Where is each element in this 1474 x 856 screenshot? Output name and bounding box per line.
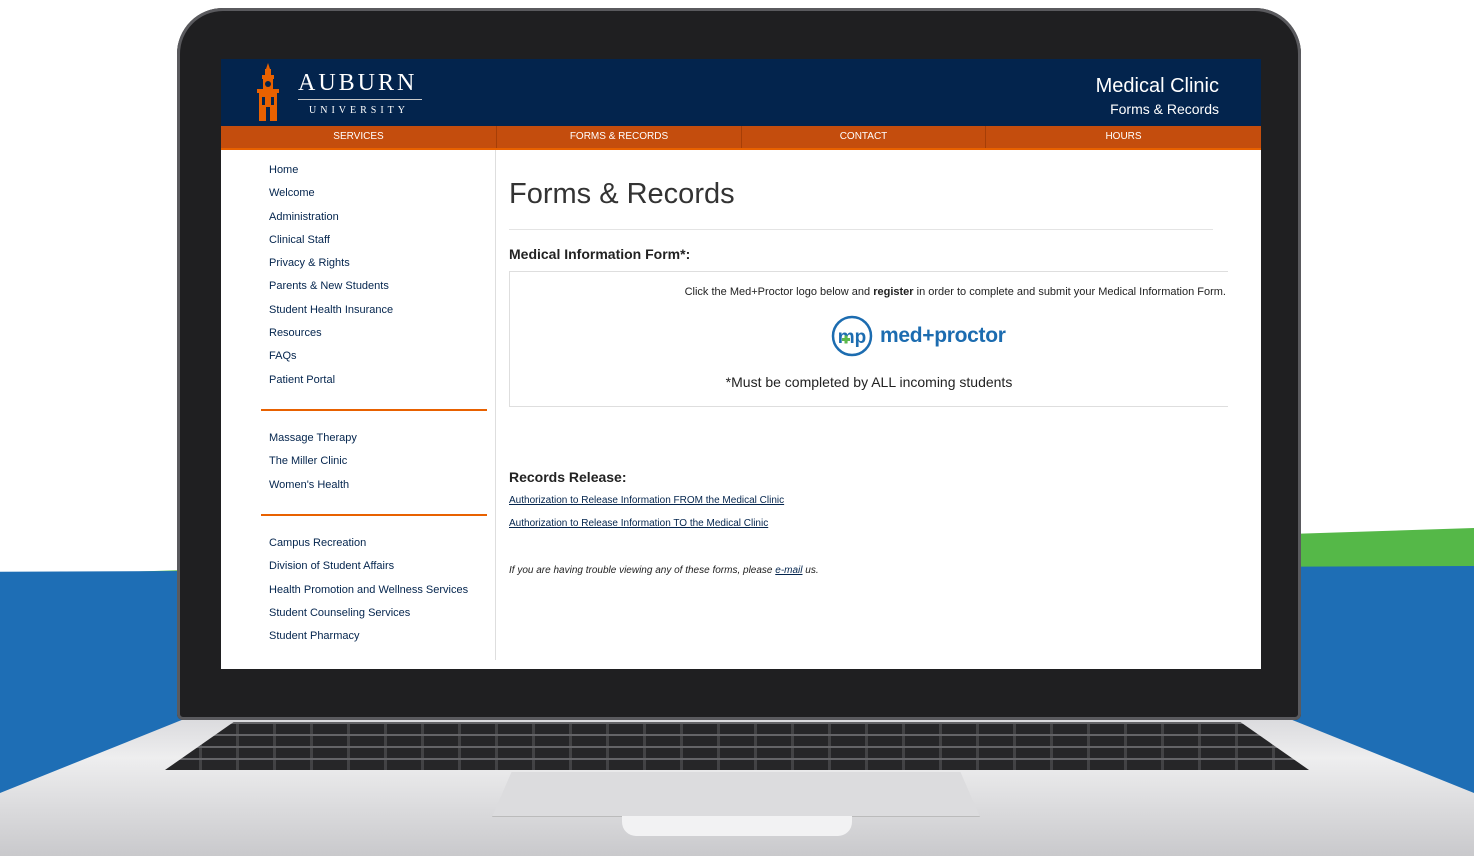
clinic-subtitle: Forms & Records (1110, 101, 1219, 117)
laptop-screen: AUBURN UNIVERSITY Medical Clinic Forms &… (221, 59, 1261, 669)
medical-form-panel: Click the Med+Proctor logo below and reg… (509, 271, 1228, 407)
page-title: Forms & Records (509, 178, 735, 210)
laptop-notch (622, 816, 852, 836)
sidebar-item-campus-recreation[interactable]: Campus Recreation (269, 532, 468, 555)
sidebar-item-welcome[interactable]: Welcome (269, 182, 393, 205)
sidebar-divider (261, 409, 487, 411)
sidebar-item-counseling-services[interactable]: Student Counseling Services (269, 602, 468, 625)
nav-services[interactable]: SERVICES (221, 126, 497, 148)
release-from-clinic-link[interactable]: Authorization to Release Information FRO… (509, 495, 784, 506)
sidebar-item-health-promotion[interactable]: Health Promotion and Wellness Services (269, 579, 468, 602)
sidebar-item-miller-clinic[interactable]: The Miller Clinic (269, 450, 357, 473)
sidebar-item-administration[interactable]: Administration (269, 206, 393, 229)
page-content: Home Welcome Administration Clinical Sta… (221, 150, 1261, 669)
sidebar: Home Welcome Administration Clinical Sta… (221, 150, 496, 660)
sidebar-item-resources[interactable]: Resources (269, 322, 393, 345)
instruction-text: Click the Med+Proctor logo below and (684, 286, 874, 298)
sidebar-group-main: Home Welcome Administration Clinical Sta… (269, 159, 393, 392)
sidebar-divider (261, 514, 487, 516)
sidebar-item-student-pharmacy[interactable]: Student Pharmacy (269, 625, 468, 648)
sidebar-item-privacy-rights[interactable]: Privacy & Rights (269, 252, 393, 275)
instruction-text: in order to complete and submit your Med… (913, 286, 1226, 298)
medproctor-logo-link[interactable]: mp med+proctor (830, 314, 1006, 358)
laptop-trackpad (492, 772, 980, 817)
title-divider (509, 229, 1213, 230)
medproctor-mp-icon: mp (831, 315, 873, 357)
nav-hours[interactable]: HOURS (986, 126, 1261, 148)
clinic-title: Medical Clinic (1095, 75, 1219, 97)
sidebar-group-specialty: Massage Therapy The Miller Clinic Women'… (269, 427, 357, 497)
main-nav: SERVICES FORMS & RECORDS CONTACT HOURS (221, 126, 1261, 150)
logo-subtitle[interactable]: UNIVERSITY (309, 105, 409, 116)
logo-wordmark[interactable]: AUBURN (298, 70, 417, 97)
nav-contact[interactable]: CONTACT (742, 126, 986, 148)
sidebar-item-clinical-staff[interactable]: Clinical Staff (269, 229, 393, 252)
sidebar-item-patient-portal[interactable]: Patient Portal (269, 369, 393, 392)
sidebar-item-parents-new-students[interactable]: Parents & New Students (269, 275, 393, 298)
site-header: AUBURN UNIVERSITY Medical Clinic Forms &… (221, 59, 1261, 126)
sidebar-item-faqs[interactable]: FAQs (269, 345, 393, 368)
medical-form-heading: Medical Information Form*: (509, 246, 691, 262)
samford-tower-icon[interactable] (253, 61, 283, 128)
trouble-text: us. (802, 565, 819, 576)
release-to-clinic-link[interactable]: Authorization to Release Information TO … (509, 518, 768, 529)
sidebar-group-related: Campus Recreation Division of Student Af… (269, 532, 468, 648)
sidebar-item-home[interactable]: Home (269, 159, 393, 182)
sidebar-item-massage-therapy[interactable]: Massage Therapy (269, 427, 357, 450)
sidebar-item-student-health-insurance[interactable]: Student Health Insurance (269, 299, 393, 322)
email-link[interactable]: e-mail (775, 565, 802, 576)
register-emphasis: register (873, 286, 914, 298)
records-release-heading: Records Release: (509, 469, 627, 485)
nav-forms-records[interactable]: FORMS & RECORDS (497, 126, 742, 148)
svg-text:mp: mp (838, 327, 867, 348)
incoming-students-note: *Must be completed by ALL incoming stude… (725, 374, 1013, 390)
logo-rule (298, 99, 422, 100)
medproctor-wordmark: med+proctor (880, 324, 1006, 347)
laptop-keyboard (165, 722, 1309, 770)
sidebar-item-student-affairs[interactable]: Division of Student Affairs (269, 555, 468, 578)
form-instructions: Click the Med+Proctor logo below and reg… (685, 286, 1226, 298)
trouble-notice: If you are having trouble viewing any of… (509, 565, 819, 576)
trouble-text: If you are having trouble viewing any of… (509, 565, 776, 576)
sidebar-item-womens-health[interactable]: Women's Health (269, 474, 357, 497)
